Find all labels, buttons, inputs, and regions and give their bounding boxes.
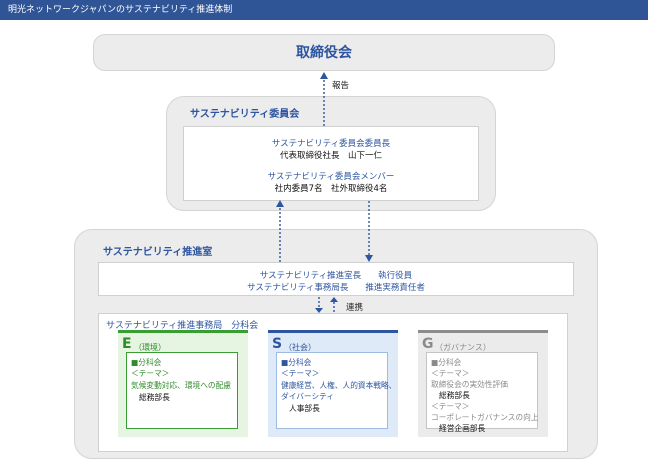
connector-arrows (276, 72, 373, 313)
report-arrowhead (320, 72, 328, 79)
instruct-arrowhead (365, 255, 373, 262)
coop-down-arrowhead (315, 308, 323, 313)
consult-arrowhead (276, 200, 284, 207)
coop-up-arrowhead (330, 297, 338, 302)
